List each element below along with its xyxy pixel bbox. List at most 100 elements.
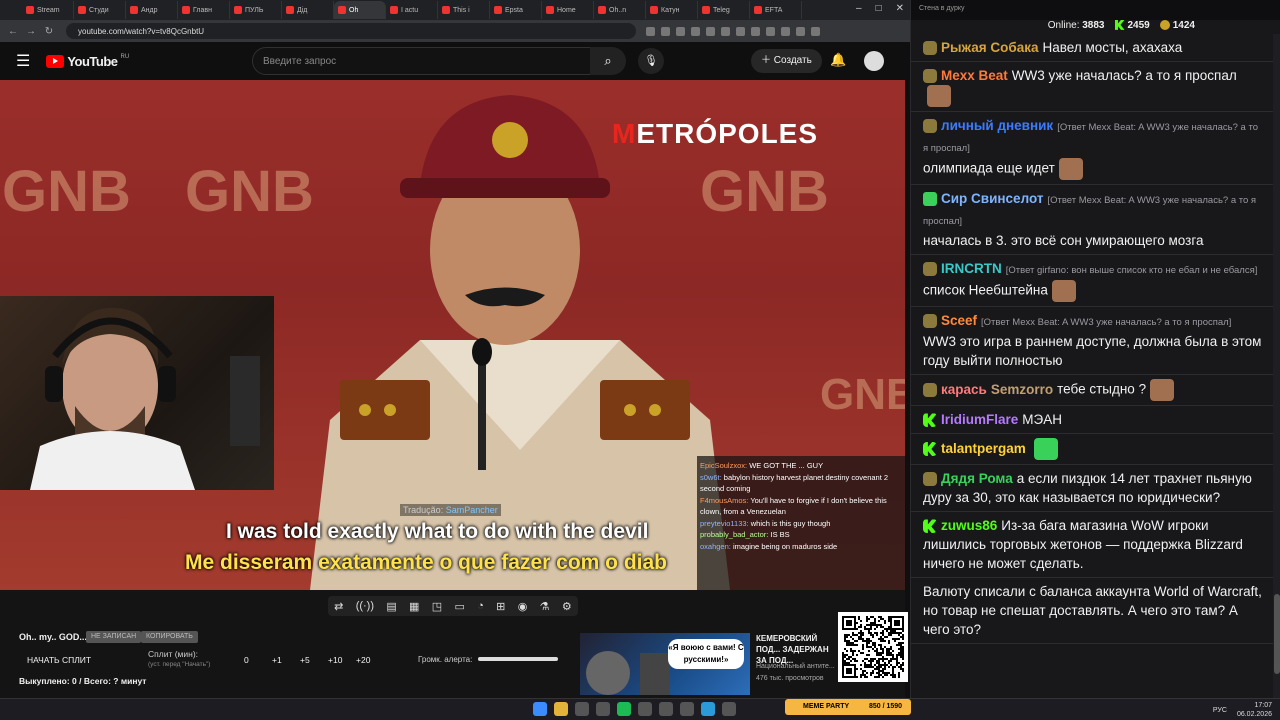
record-status-pill[interactable]: НЕ ЗАПИСАН — [86, 631, 142, 643]
extension-icon[interactable] — [661, 26, 670, 36]
extension-icon[interactable] — [721, 26, 730, 36]
reload-icon[interactable]: ↻ — [42, 26, 56, 37]
app-icon[interactable] — [680, 702, 694, 716]
forward-icon[interactable]: → — [24, 26, 38, 37]
chat-username[interactable]: Сир Свинселот — [941, 191, 1043, 206]
video-player[interactable]: GNB GNB GNB GNB METRÓPOLES Tradução: Sam… — [0, 80, 905, 590]
extension-icon[interactable] — [736, 26, 745, 36]
chat-username[interactable]: Рыжая Собака — [941, 40, 1039, 55]
extension-icon[interactable] — [751, 26, 760, 36]
extension-icon[interactable] — [646, 26, 655, 36]
browser-tab[interactable]: EFTA — [750, 1, 802, 19]
tab-favicon-icon — [598, 6, 606, 14]
extension-icon[interactable] — [781, 26, 790, 36]
app-icon[interactable] — [575, 702, 589, 716]
chat-username[interactable]: Semzorro — [991, 382, 1053, 397]
captions-icon[interactable]: ▭ — [454, 600, 464, 613]
search-icon[interactable]: ⌕ — [590, 47, 626, 75]
screenshot-icon[interactable]: ◉ — [518, 600, 528, 613]
extension-icon[interactable] — [811, 26, 820, 36]
overlay-chat-user: EpicSoulzxox: — [700, 461, 748, 470]
chat-scrollbar-thumb[interactable] — [1274, 594, 1280, 674]
telegram-icon[interactable] — [701, 702, 715, 716]
chat-username[interactable]: Sceef — [941, 313, 977, 328]
add-icon[interactable]: ⊞ — [496, 600, 505, 613]
extension-icon[interactable] — [796, 26, 805, 36]
spotify-icon[interactable] — [617, 702, 631, 716]
split-add-button[interactable]: +10 — [328, 655, 356, 665]
tab-title: Главн — [193, 6, 212, 14]
minimize-button[interactable]: – — [856, 3, 862, 14]
chat-username[interactable]: Mexx Beat — [941, 68, 1008, 83]
chat-username[interactable]: IridiumFlare — [941, 412, 1018, 427]
chat-scrollbar[interactable] — [1273, 34, 1280, 698]
extension-icon[interactable] — [676, 26, 685, 36]
recommended-video-thumbnail[interactable]: «Я воюю с вами! С русскими!» — [580, 633, 750, 695]
chat-username[interactable]: talantpergam — [941, 441, 1026, 456]
chat-username[interactable]: IRNCRTN — [941, 261, 1002, 276]
url-field[interactable]: youtube.com/watch?v=tv8QcGnbtU — [66, 23, 636, 39]
youtube-logo[interactable]: YouTube RU — [46, 54, 129, 69]
settings-gear-icon[interactable]: ⚙ — [562, 600, 572, 613]
browser-tab[interactable]: Андр — [126, 1, 178, 19]
browser-tab[interactable]: Дід — [282, 1, 334, 19]
browser-tab[interactable]: This i — [438, 1, 490, 19]
clip-icon[interactable]: ▦ — [409, 600, 419, 613]
search-input[interactable]: Введите запрос — [252, 47, 592, 75]
close-button[interactable]: ✕ — [896, 3, 904, 14]
copy-button[interactable]: КОПИРОВАТЬ — [141, 631, 198, 643]
menu-icon[interactable]: ☰ — [16, 51, 30, 71]
language-indicator[interactable]: РУС — [1213, 706, 1227, 715]
loop-icon[interactable]: ⇄ — [334, 600, 343, 613]
chrome-icon[interactable] — [554, 702, 568, 716]
lab-icon[interactable]: ⚗ — [540, 600, 550, 613]
browser-tab[interactable]: Epsta — [490, 1, 542, 19]
app-icon[interactable] — [596, 702, 610, 716]
extension-icon[interactable] — [691, 26, 700, 36]
browser-tab[interactable]: Oh..n — [594, 1, 646, 19]
playlist-icon[interactable]: ▤ — [386, 600, 396, 613]
app-icon[interactable] — [638, 702, 652, 716]
browser-tab[interactable]: Катун — [646, 1, 698, 19]
create-button[interactable]: ＋ Создать — [751, 49, 822, 73]
browser-tab[interactable]: Главн — [178, 1, 230, 19]
chat-username[interactable]: личный дневник — [941, 118, 1053, 133]
browser-tab[interactable]: Oh — [334, 1, 386, 19]
back-icon[interactable]: ← — [6, 26, 20, 37]
start-split-button[interactable]: НАЧАТЬ СПЛИТ — [27, 655, 91, 665]
alert-volume-slider[interactable] — [478, 657, 558, 661]
extension-icon[interactable] — [766, 26, 775, 36]
browser-tab[interactable]: Студи — [74, 1, 126, 19]
browser-tab[interactable]: ПУЛЬ — [230, 1, 282, 19]
chat-username[interactable]: карась — [941, 382, 987, 397]
browser-tab[interactable]: I actu — [386, 1, 438, 19]
chat-username[interactable]: zuwus86 — [941, 518, 997, 533]
split-add-button[interactable]: +20 — [356, 655, 384, 665]
speed-icon[interactable]: ◔ — [477, 600, 484, 612]
browser-tab[interactable]: Teleg — [698, 1, 750, 19]
browser-tab[interactable]: Home — [542, 1, 594, 19]
chat-username[interactable]: Дядя Рома — [941, 471, 1013, 486]
pip-icon[interactable]: ◳ — [432, 600, 442, 613]
chat-message: Mexx Beat WW3 уже началась? а то я проспа… — [911, 62, 1273, 112]
microphone-icon[interactable]: 🎙 — [638, 48, 664, 74]
extension-icon[interactable] — [706, 26, 715, 36]
tab-favicon-icon — [130, 6, 138, 14]
split-value[interactable]: 0 — [244, 655, 272, 665]
maximize-button[interactable]: □ — [876, 3, 882, 14]
audio-icon[interactable]: ((·)) — [356, 600, 374, 612]
app-icon[interactable] — [722, 702, 736, 716]
browser-tab[interactable]: Stream — [22, 1, 74, 19]
start-icon[interactable] — [533, 702, 547, 716]
overlay-chat-line: probably_bad_actor: IS BS — [700, 529, 902, 541]
tab-favicon-icon — [494, 6, 502, 14]
clock[interactable]: 17:07 06.02.2026 — [1237, 701, 1272, 719]
split-add-button[interactable]: +5 — [300, 655, 328, 665]
translation-credit: Tradução: SamPancher — [400, 504, 501, 516]
avatar[interactable] — [864, 51, 884, 71]
split-add-button[interactable]: +1 — [272, 655, 300, 665]
meme-party-widget[interactable]: MEME PARTY 850 / 1590 — [785, 699, 911, 715]
notifications-bell-icon[interactable]: 🔔 — [830, 52, 846, 68]
app-icon[interactable] — [659, 702, 673, 716]
tab-title: ПУЛЬ — [245, 6, 264, 14]
